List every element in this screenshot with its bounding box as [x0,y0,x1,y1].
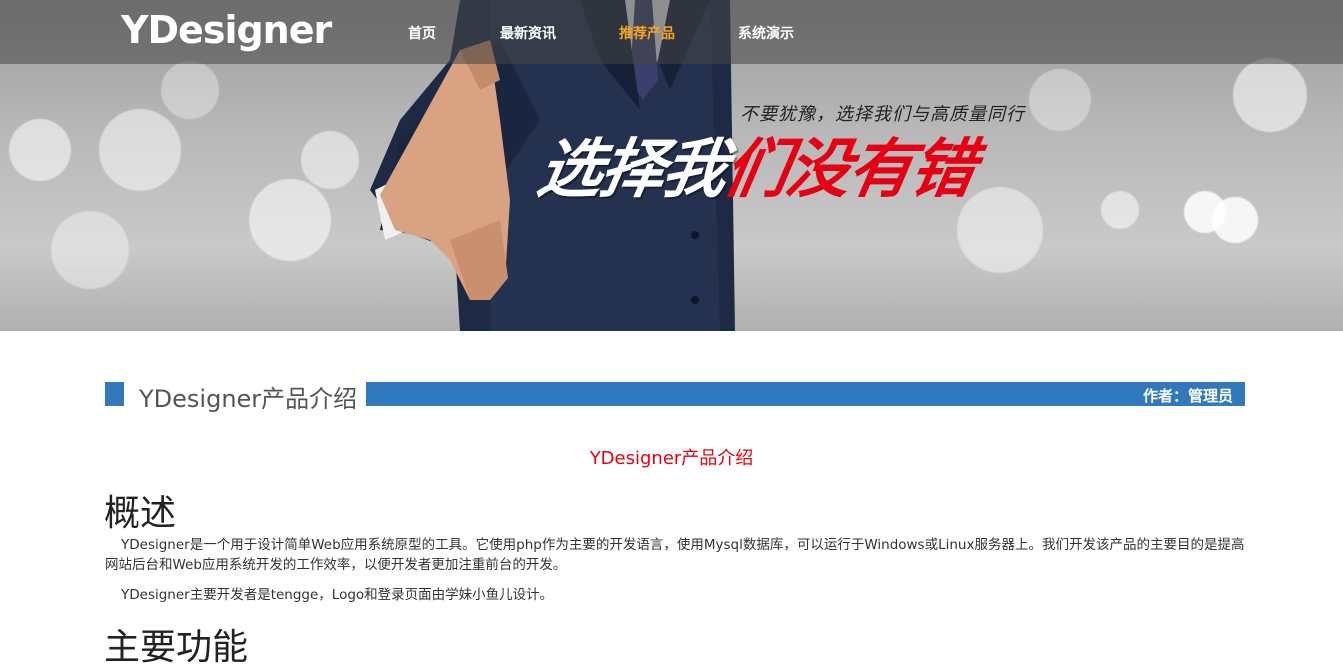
section-heading-overview: 概述 [104,493,177,534]
site-logo[interactable]: YDesigner [121,8,332,52]
nav-demo[interactable]: 系统演示 [738,23,794,43]
top-navbar: YDesigner 首页 最新资讯 推荐产品 系统演示 [0,0,1343,64]
banner-slogan-white: 选择我 [532,133,732,207]
title-bar: 作者：管理员 [366,382,1245,406]
section-heading-features: 主要功能 [104,627,249,668]
paragraph-intro: YDesigner是一个用于设计简单Web应用系统原型的工具。它使用php作为主… [105,537,1245,573]
nav-news[interactable]: 最新资讯 [500,23,556,43]
banner-slogan-big: 选择我们没有错 [532,118,982,210]
article-title: YDesigner产品介绍 [139,385,358,413]
nav-products[interactable]: 推荐产品 [619,23,675,43]
title-accent-block [105,382,124,406]
paragraph-developers: YDesigner主要开发者是tengge，Logo和登录页面由学妹小鱼儿设计。 [121,587,554,603]
article-subtitle: YDesigner产品介绍 [589,448,754,469]
banner-slogan-red: 们没有错 [718,133,980,207]
nav-home[interactable]: 首页 [408,23,436,43]
article-author: 作者：管理员 [1142,387,1233,405]
